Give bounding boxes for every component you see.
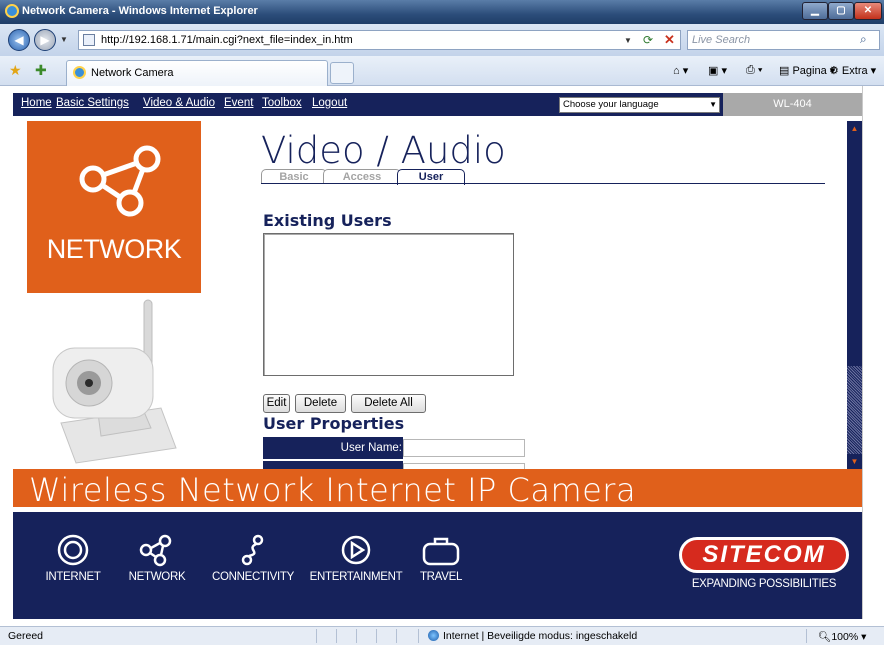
home-icon[interactable]: ⌂ ▾: [673, 64, 688, 77]
url-field[interactable]: http://192.168.1.71/main.cgi?next_file=i…: [78, 30, 681, 50]
existing-users-heading: Existing Users: [263, 211, 392, 230]
edit-button[interactable]: Edit: [263, 394, 290, 413]
network-panel: [27, 121, 201, 293]
history-dropdown-icon[interactable]: ▼: [60, 35, 68, 44]
stop-icon[interactable]: ✕: [664, 32, 675, 48]
tab-ie-icon: [73, 66, 86, 79]
footer-internet: INTERNET: [43, 533, 103, 583]
page-icon: [83, 34, 95, 46]
sitecom-tagline: EXPANDING POSSIBILITIES: [691, 578, 837, 590]
status-separator: [356, 629, 357, 643]
window-title: Network Camera - Windows Internet Explor…: [22, 5, 258, 17]
globe-icon: [428, 630, 439, 641]
nav-home-link[interactable]: Home: [21, 97, 52, 109]
scrollbar-thumb[interactable]: [847, 136, 862, 366]
footer-network-label: NETWORK: [128, 571, 186, 583]
search-icon[interactable]: ⌕: [860, 32, 867, 47]
ie-icon: [5, 4, 19, 18]
camera-nav-bar: Home Basic Settings Video & Audio Event …: [13, 93, 723, 116]
window-title-bar: Network Camera - Windows Internet Explor…: [0, 0, 884, 24]
status-separator: [396, 629, 397, 643]
footer-network: NETWORK: [125, 533, 189, 583]
zoom-level: 100%: [831, 631, 859, 643]
refresh-icon[interactable]: ⟳: [643, 33, 653, 47]
footer-connectivity: CONNECTIVITY: [209, 533, 297, 583]
network-icon: [139, 534, 172, 567]
delete-button[interactable]: Delete: [295, 394, 346, 413]
search-placeholder: Live Search: [692, 34, 751, 46]
page-title: Video / Audio: [261, 129, 506, 172]
status-separator: [316, 629, 317, 643]
feeds-icon[interactable]: ▣ ▾: [708, 64, 727, 77]
new-tab-button[interactable]: [330, 62, 354, 84]
scroll-down-icon[interactable]: ▼: [847, 454, 862, 469]
internet-icon: [57, 534, 89, 566]
close-button[interactable]: ✕: [854, 2, 882, 20]
sitecom-logo: SITECOM: [679, 537, 849, 573]
back-button[interactable]: ◀: [8, 29, 30, 51]
password-label-cell: [263, 461, 403, 469]
nav-logout-link[interactable]: Logout: [312, 97, 347, 109]
favorites-star-icon[interactable]: ★: [9, 62, 22, 79]
tab-title: Network Camera: [91, 67, 174, 79]
zoom-control[interactable]: 🔍︎100% ▾: [818, 630, 866, 643]
nav-video-audio-link[interactable]: Video & Audio: [143, 97, 215, 109]
forward-button[interactable]: ▶: [34, 29, 56, 51]
search-input[interactable]: Live Search: [687, 30, 880, 50]
page-viewport: Home Basic Settings Video & Audio Event …: [13, 93, 862, 619]
network-label: NETWORK: [46, 234, 182, 264]
status-separator: [418, 629, 419, 643]
footer-entertainment-label: ENTERTAINMENT: [309, 571, 403, 583]
tab-access[interactable]: Access: [323, 169, 401, 184]
product-banner-text: Wireless Network Internet IP Camera: [29, 471, 637, 509]
status-text: Gereed: [8, 630, 44, 642]
security-zone[interactable]: Internet | Beveiligde modus: ingeschakel…: [428, 630, 637, 642]
status-bar: Gereed Internet | Beveiligde modus: inge…: [0, 626, 884, 645]
viewport-left-border: [0, 86, 13, 619]
username-label: User Name:: [263, 437, 403, 459]
username-field[interactable]: [403, 439, 525, 457]
tabs-underline: [261, 183, 825, 184]
existing-users-list[interactable]: [263, 233, 514, 376]
address-bar: ◀ ▶ ▼ http://192.168.1.71/main.cgi?next_…: [0, 24, 884, 56]
model-label: WL-404: [723, 93, 862, 116]
chevron-down-icon: ▼: [709, 100, 717, 109]
language-select[interactable]: Choose your language ▼: [559, 97, 720, 113]
browser-tab[interactable]: Network Camera: [66, 60, 328, 86]
scroll-up-icon[interactable]: ▲: [847, 121, 862, 136]
network-graph-icon: [79, 145, 161, 217]
footer-entertainment: ENTERTAINMENT: [307, 533, 405, 583]
play-icon: [341, 535, 371, 565]
url-text: http://192.168.1.71/main.cgi?next_file=i…: [101, 34, 353, 46]
delete-all-button[interactable]: Delete All: [351, 394, 426, 413]
footer-internet-label: INTERNET: [45, 571, 101, 583]
user-properties-heading: User Properties: [263, 414, 405, 433]
nav-toolbox-link[interactable]: Toolbox: [262, 97, 302, 109]
add-favorite-icon[interactable]: ✚: [35, 62, 47, 79]
footer-connectivity-label: CONNECTIVITY: [211, 571, 294, 583]
footer-travel-label: TRAVEL: [419, 571, 463, 583]
maximize-button[interactable]: ▢: [828, 2, 854, 20]
command-bar: ★ ✚ Network Camera ⌂ ▾ ▣ ▾ ⎙ ▾ ▤ Pagina …: [0, 56, 884, 86]
viewport-right-border: [862, 86, 884, 619]
minimize-button[interactable]: ▁: [802, 2, 828, 20]
tools-menu[interactable]: ⚙ Extra ▾: [829, 64, 876, 77]
language-select-value: Choose your language: [563, 99, 659, 110]
status-separator: [336, 629, 337, 643]
footer-travel: TRAVEL: [417, 533, 465, 583]
status-separator: [376, 629, 377, 643]
url-dropdown-icon[interactable]: ▼: [624, 36, 632, 45]
print-icon[interactable]: ⎙ ▾: [746, 64, 762, 77]
camera-illustration: [52, 299, 177, 464]
page-menu[interactable]: ▤ Pagina ▾: [779, 64, 835, 77]
nav-event-link[interactable]: Event: [224, 97, 253, 109]
tab-basic[interactable]: Basic: [261, 169, 327, 184]
connectivity-icon: [241, 534, 264, 566]
status-separator: [806, 629, 807, 643]
suitcase-icon: [422, 537, 460, 566]
nav-basic-settings-link[interactable]: Basic Settings: [56, 97, 129, 109]
security-zone-text: Internet | Beveiligde modus: ingeschakel…: [443, 630, 638, 642]
